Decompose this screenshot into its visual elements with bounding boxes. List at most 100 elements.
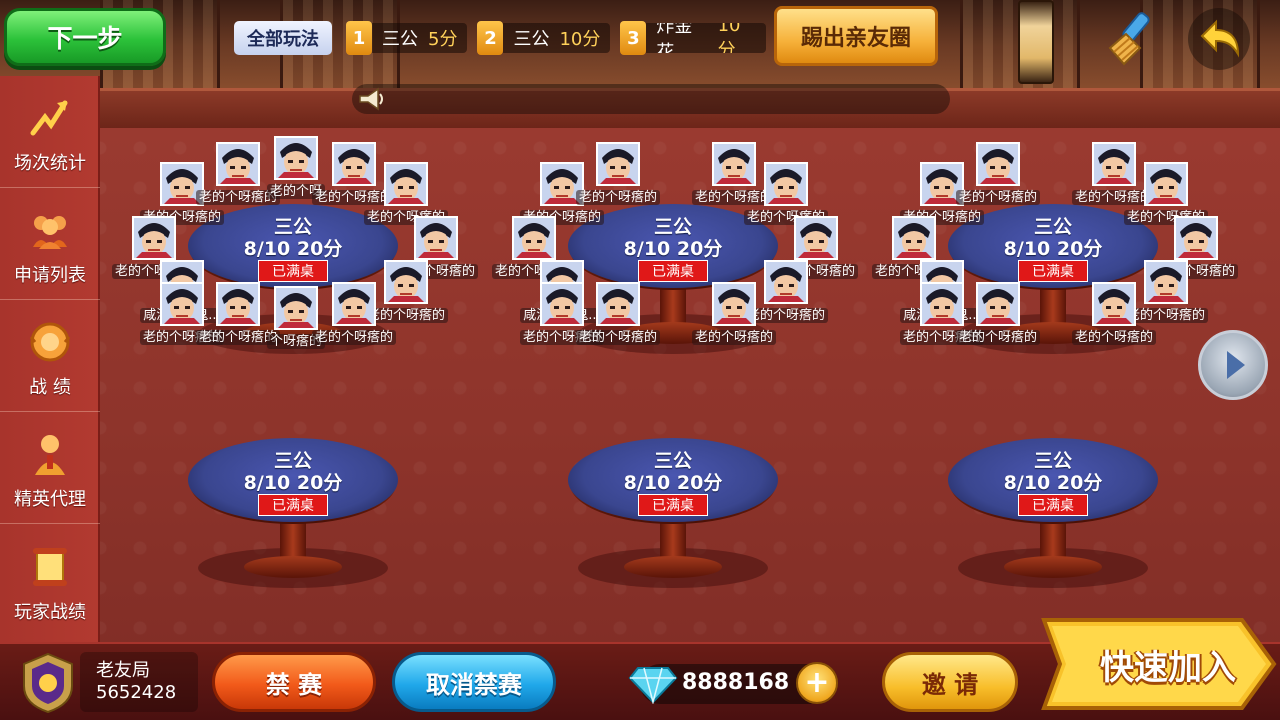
player-avatar xyxy=(764,260,808,304)
sidebar-item-applications[interactable]: 申请列表 xyxy=(0,188,100,300)
game-table[interactable]: 三公 8/10 20分 已满桌 xyxy=(188,438,398,588)
player-seat[interactable]: 老的个呀瘩的 xyxy=(491,216,576,279)
player-avatar xyxy=(920,282,964,326)
sidebar-item-label: 申请列表 xyxy=(14,265,86,286)
player-avatar xyxy=(976,142,1020,186)
cancel-ban-button[interactable]: 取消禁赛 xyxy=(392,652,556,712)
mode-number: 1 xyxy=(346,21,372,55)
diamond-count: 8888168 xyxy=(682,670,790,695)
player-name-text: 老的个呀瘩的 xyxy=(955,330,1040,345)
player-name-text: 老的个呀瘩的 xyxy=(575,330,660,345)
table-player-score-info: 8/10 20分 xyxy=(243,238,343,260)
player-seat[interactable]: 老的个呀瘩的 xyxy=(871,216,956,279)
invite-button[interactable]: 邀 请 xyxy=(882,652,1018,712)
table-full-badge: 已满桌 xyxy=(638,260,708,282)
sidebar-item-elite-agent[interactable]: 精英代理 xyxy=(0,412,100,524)
player-name: 老的个呀瘩的 xyxy=(556,186,680,205)
next-step-button[interactable]: 下一步 xyxy=(4,8,166,66)
player-seat[interactable]: 老的个呀瘩的 xyxy=(519,282,604,345)
player-seat[interactable]: 老的个呀瘩的 xyxy=(363,162,448,225)
player-seat[interactable]: 老的个呀瘩的 xyxy=(743,260,828,323)
kick-from-club-button[interactable]: 踢出亲友圈 xyxy=(774,6,938,66)
sidebar-item-label: 战 绩 xyxy=(29,377,71,398)
mode-body: 三公 10分 xyxy=(503,23,611,53)
player-seat[interactable]: 老的个呀瘩的 xyxy=(899,282,984,345)
player-name-text: 老的个呀瘩的 xyxy=(575,190,660,205)
ban-button[interactable]: 禁 赛 xyxy=(212,652,376,712)
table-full-badge: 已满桌 xyxy=(638,494,708,516)
player-avatar xyxy=(712,282,756,326)
player-seat[interactable]: 老的个呀瘩的 xyxy=(1071,282,1156,345)
player-seat[interactable]: 老的个呀瘩的 xyxy=(691,142,776,205)
player-avatar xyxy=(892,216,936,260)
player-seat[interactable]: 老的个呀瘩的 xyxy=(773,216,858,279)
player-avatar xyxy=(216,282,260,326)
sidebar-item-session-stats[interactable]: 场次统计 xyxy=(0,76,100,188)
mode-name: 三公 xyxy=(382,29,418,50)
quick-join-label: 快速加入 xyxy=(1100,648,1236,688)
player-name-text: 老的个呀瘩的 xyxy=(311,330,396,345)
player-seat[interactable]: 老的个呀瘩的 xyxy=(1071,142,1156,205)
player-seat[interactable]: 老的个呀瘩的 xyxy=(691,282,776,345)
player-seat[interactable]: 老的个呀瘩的 xyxy=(955,282,1040,345)
player-seat[interactable]: 老的个呀瘩的 xyxy=(955,142,1040,205)
mode-name: 炸金花 xyxy=(656,23,693,53)
mode-body: 三公 5分 xyxy=(372,23,468,53)
player-seat[interactable]: 老的个呀瘩的 xyxy=(363,260,448,323)
player-avatar xyxy=(132,216,176,260)
player-name: 老的个呀瘩的 xyxy=(936,186,1060,205)
sidebar-item-records[interactable]: 战 绩 xyxy=(0,300,100,412)
back-arrow-icon[interactable] xyxy=(1188,8,1250,70)
player-seat[interactable]: 老的个呀瘩的 xyxy=(1123,260,1208,323)
record-icon xyxy=(27,319,73,365)
player-name: 老的个呀瘩的 xyxy=(936,326,1060,345)
player-avatar xyxy=(596,282,640,326)
player-seat[interactable]: 老的个呀瘩的 xyxy=(195,282,280,345)
player-avatar xyxy=(1144,260,1188,304)
sidebar-item-label: 场次统计 xyxy=(14,153,86,174)
table-player-score-info: 8/10 20分 xyxy=(623,472,723,494)
player-name-text: 老的个呀瘩的 xyxy=(363,308,448,323)
table-full-badge: 已满桌 xyxy=(258,494,328,516)
mode-item-2[interactable]: 2 三公 10分 xyxy=(477,20,611,56)
table-player-score-info: 8/10 20分 xyxy=(1003,238,1103,260)
player-seat[interactable]: 老的个呀瘩的 xyxy=(575,282,660,345)
game-table[interactable]: 三公 8/10 20分 已满桌 xyxy=(948,438,1158,588)
player-avatar xyxy=(596,142,640,186)
mode-name: 三公 xyxy=(513,29,550,50)
player-name: 老的个呀瘩的 xyxy=(292,326,416,345)
add-diamond-button[interactable]: + xyxy=(796,662,838,704)
player-seat[interactable]: 老的个呀瘩的 xyxy=(311,282,396,345)
club-badge-icon[interactable] xyxy=(20,652,76,714)
club-id: 5652428 xyxy=(96,682,177,703)
player-avatar xyxy=(384,162,428,206)
player-seat[interactable]: 老的个呀瘩的 xyxy=(575,142,660,205)
mode-score: 10分 xyxy=(717,23,741,53)
mode-item-3[interactable]: 3 炸金花 10分 xyxy=(620,20,767,56)
table-base xyxy=(244,556,342,578)
player-seat[interactable]: 老的个呀瘩的 xyxy=(743,162,828,225)
player-seat[interactable]: 老的个呀瘩的 xyxy=(111,216,196,279)
player-avatar xyxy=(160,282,204,326)
sidebar-item-player-records[interactable]: 玩家战绩 xyxy=(0,524,100,636)
mode-item-1[interactable]: 1 三公 5分 xyxy=(346,20,468,56)
game-lobby: 下一步 全部玩法 1 三公 5分 2 三公 10分 3 炸金花 10分 踢出亲友… xyxy=(0,0,1280,720)
game-mode-bar: 全部玩法 1 三公 5分 2 三公 10分 3 炸金花 10分 xyxy=(234,20,776,56)
club-name: 老友局 xyxy=(96,660,150,681)
player-seat[interactable]: 老的个呀 xyxy=(266,136,325,199)
next-page-button[interactable] xyxy=(1198,330,1268,400)
player-seat[interactable]: 老的个呀瘩的 xyxy=(393,216,478,279)
player-seat[interactable]: 个呀瘩的 xyxy=(266,286,325,349)
player-seat[interactable]: 老的个呀瘩的 xyxy=(1123,162,1208,225)
mode-body: 炸金花 10分 xyxy=(646,23,767,53)
player-seat[interactable]: 老的个呀瘩的 xyxy=(311,142,396,205)
broom-icon[interactable] xyxy=(1100,8,1162,70)
player-seat[interactable]: 老的个呀瘩的 xyxy=(1153,216,1238,279)
player-seat[interactable]: 老的个呀瘩的 xyxy=(139,282,224,345)
player-avatar xyxy=(1144,162,1188,206)
table-player-score-info: 8/10 20分 xyxy=(243,472,343,494)
player-avatar xyxy=(712,142,756,186)
all-modes-button[interactable]: 全部玩法 xyxy=(234,21,332,55)
game-table[interactable]: 三公 8/10 20分 已满桌 xyxy=(568,438,778,588)
mode-score: 5分 xyxy=(428,29,458,50)
